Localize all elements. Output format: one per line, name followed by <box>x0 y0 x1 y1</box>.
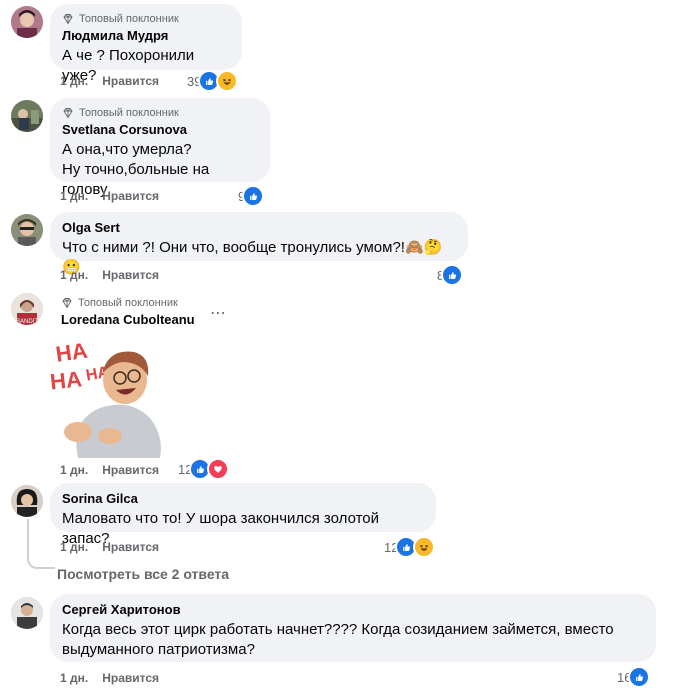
like-button[interactable]: Нравится <box>102 74 159 88</box>
view-replies-link[interactable]: Посмотреть все 2 ответа <box>57 566 229 582</box>
comment-actions: 1 дн. Нравится <box>60 187 159 205</box>
comment-author[interactable]: Sorina Gilca <box>62 491 424 507</box>
comment-actions: 1 дн. Нравится <box>60 538 159 556</box>
reply-thread-line <box>27 519 55 569</box>
comment-bubble: Топовый поклонник Людмила Мудря А че ? П… <box>50 4 242 84</box>
comment-author[interactable]: Svetlana Corsunova <box>62 122 258 138</box>
like-button[interactable]: Нравится <box>102 268 159 282</box>
haha-icon <box>216 70 239 92</box>
like-button[interactable]: Нравится <box>102 189 159 203</box>
comment-author[interactable]: Loredana Cubolteanu <box>61 312 195 328</box>
comment-time[interactable]: 1 дн. <box>60 189 88 203</box>
like-icon <box>242 185 265 207</box>
avatar[interactable]: BANDIT <box>11 293 43 325</box>
avatar[interactable] <box>11 6 43 38</box>
reactions-summary[interactable]: 12 <box>384 536 436 558</box>
comment-text: Когда весь этот цирк работать начнет????… <box>62 621 614 658</box>
comment-bubble: Сергей Харитонов Когда весь этот цирк ра… <box>50 594 656 662</box>
comment-bubble: Olga Sert Что с ними ?! Они что, вообще … <box>50 212 468 276</box>
avatar[interactable] <box>11 485 43 517</box>
comment-bubble: Sorina Gilca Маловато что то! У шора зак… <box>50 483 436 547</box>
svg-text:HA: HA <box>50 366 83 394</box>
reactions-summary[interactable]: 9 <box>238 185 265 207</box>
like-button[interactable]: Нравится <box>102 671 159 685</box>
svg-text:BANDIT: BANDIT <box>16 319 38 325</box>
reactions-summary[interactable]: 8 <box>437 264 464 286</box>
diamond-icon <box>61 297 73 309</box>
comment-actions: 1 дн. Нравится <box>60 266 159 284</box>
comment-time[interactable]: 1 дн. <box>60 74 88 88</box>
top-fan-badge: Топовый поклонник <box>61 296 195 310</box>
comment-time[interactable]: 1 дн. <box>60 268 88 282</box>
comment-header: Топовый поклонник Loredana Cubolteanu <box>61 296 195 328</box>
like-button[interactable]: Нравится <box>102 463 159 477</box>
comment-bubble: Топовый поклонник Svetlana Corsunova А о… <box>50 98 270 198</box>
comment-author[interactable]: Людмила Мудря <box>62 28 230 44</box>
comment-time[interactable]: 1 дн. <box>60 463 88 477</box>
comment-time[interactable]: 1 дн. <box>60 671 88 685</box>
comment-actions: 1 дн. Нравится <box>60 72 159 90</box>
haha-icon <box>413 536 436 558</box>
reactions-summary[interactable]: 12 <box>178 458 230 480</box>
like-icon <box>628 666 651 688</box>
top-fan-badge: Топовый поклонник <box>62 12 230 26</box>
comment-author[interactable]: Olga Sert <box>62 220 456 236</box>
sticker-text: HA <box>54 340 89 367</box>
top-fan-badge: Топовый поклонник <box>62 106 258 120</box>
comment-author[interactable]: Сергей Харитонов <box>62 602 644 618</box>
avatar[interactable] <box>11 100 43 132</box>
reactions-summary[interactable]: 16 <box>617 666 651 688</box>
like-icon <box>441 264 464 286</box>
diamond-icon <box>62 13 74 25</box>
more-options-icon[interactable]: ⋯ <box>210 303 227 323</box>
reactions-summary[interactable]: 39 <box>187 70 239 92</box>
haha-sticker[interactable]: HA HA HA <box>49 338 168 458</box>
comment-actions: 1 дн. Нравится <box>60 669 159 687</box>
diamond-icon <box>62 107 74 119</box>
avatar[interactable] <box>11 214 43 246</box>
love-icon <box>207 458 230 480</box>
comment-time[interactable]: 1 дн. <box>60 540 88 554</box>
avatar[interactable] <box>11 597 43 629</box>
like-button[interactable]: Нравится <box>102 540 159 554</box>
comment-actions: 1 дн. Нравится <box>60 461 159 479</box>
